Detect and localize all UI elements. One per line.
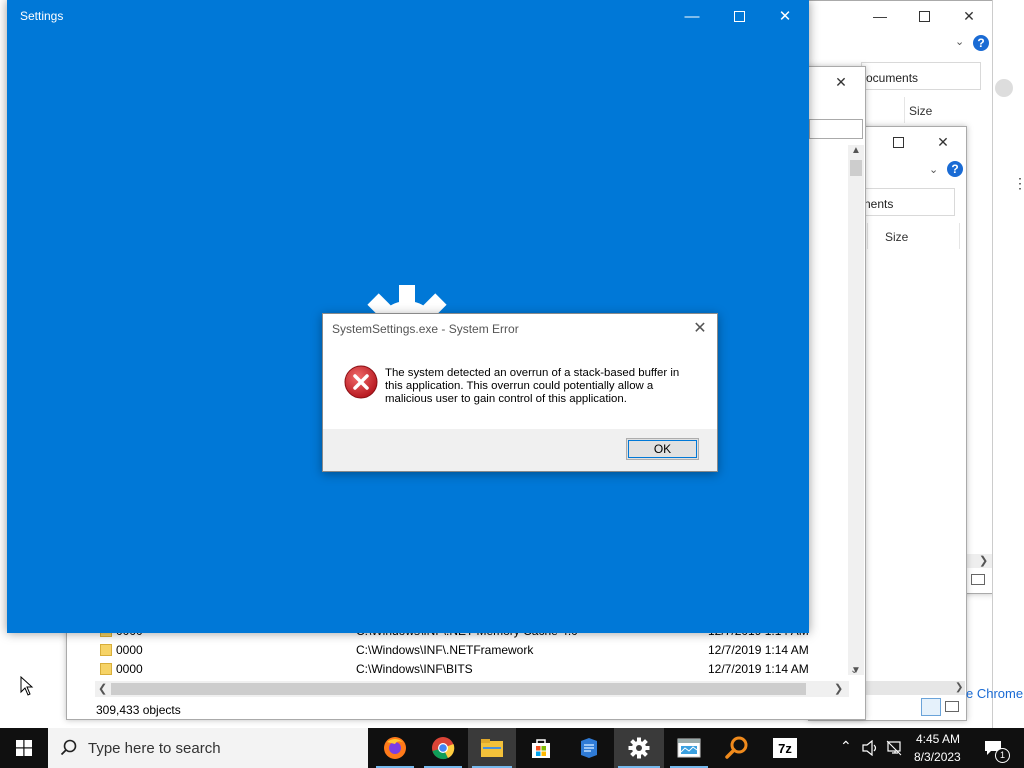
chrome-link-partial[interactable]: e Chrome (966, 686, 1023, 701)
preview-view-icon[interactable] (945, 701, 959, 712)
column-header-size[interactable]: Size (909, 104, 932, 118)
7zip-icon: 7z (773, 738, 797, 758)
column-divider (959, 223, 960, 249)
help-icon[interactable]: ? (973, 35, 989, 51)
notification-badge: 1 (995, 748, 1010, 763)
ok-button-label: OK (653, 442, 672, 456)
close-icon: ✕ (693, 320, 707, 337)
vertical-scrollbar[interactable]: ▲ ▼ (848, 145, 864, 676)
maximize-button[interactable] (716, 0, 762, 32)
file-path: C:\Windows\INF\BITS (356, 662, 473, 676)
table-row[interactable]: 0000 C:\Windows\INF\.NETFramework 12/7/2… (97, 641, 837, 660)
column-header-size[interactable]: Size (885, 230, 908, 244)
folder-icon (100, 644, 112, 656)
mouse-cursor-icon (20, 675, 34, 699)
scroll-right-arrow[interactable]: ❯ (834, 682, 843, 695)
search-tool-icon (725, 736, 748, 759)
show-hidden-icons-chevron-up-icon[interactable]: ⌃ (840, 738, 852, 755)
scroll-thumb[interactable] (850, 160, 862, 176)
settings-icon (628, 737, 650, 759)
minimize-button[interactable]: — (857, 1, 903, 31)
background-app-strip: ⋮⋮ (992, 0, 1024, 728)
clock-date[interactable]: 8/3/2023 (914, 750, 961, 764)
firefox-icon (384, 737, 406, 759)
search-box-text: nents (864, 197, 894, 211)
close-button[interactable]: ✕ (762, 0, 808, 32)
file-explorer-icon (481, 739, 503, 757)
close-button[interactable]: ✕ (818, 67, 864, 97)
horizontal-scrollbar[interactable]: ❮ ❯ (95, 681, 849, 697)
file-name: 0000 (116, 662, 143, 676)
file-date: 12/7/2019 1:14 AM (708, 643, 809, 657)
user-icon[interactable] (995, 79, 1013, 97)
search-placeholder: Type here to search (88, 740, 221, 757)
column-divider (904, 97, 905, 123)
chevron-right-icon[interactable]: ❯ (955, 682, 963, 693)
maximize-button[interactable] (901, 1, 947, 31)
taskbar-chrome[interactable] (420, 728, 466, 768)
horizontal-scrollbar[interactable] (865, 681, 965, 695)
taskbar-app[interactable] (566, 728, 612, 768)
file-name: 0000 (116, 643, 143, 657)
close-button[interactable]: ✕ (946, 1, 992, 31)
start-button[interactable] (0, 728, 48, 768)
file-path: C:\Windows\INF\.NETFramework (356, 643, 534, 657)
help-icon[interactable]: ? (947, 161, 963, 177)
chevron-right-icon[interactable]: ❯ (979, 554, 988, 567)
volume-icon[interactable] (862, 739, 880, 759)
chevron-down-icon[interactable]: ⌄ (955, 35, 964, 48)
taskbar-firefox[interactable] (372, 728, 418, 768)
status-bar-text: 309,433 objects (96, 703, 181, 717)
vertical-scroll-down-arrow[interactable]: ⌄ (850, 665, 858, 676)
store-icon (532, 739, 550, 758)
file-date: 12/7/2019 1:14 AM (708, 662, 809, 676)
scroll-up-arrow[interactable]: ▲ (851, 145, 861, 156)
task-manager-icon (677, 738, 701, 758)
scroll-left-arrow[interactable]: ❮ (98, 682, 107, 695)
chrome-icon (432, 737, 455, 760)
taskbar-settings[interactable] (614, 728, 664, 768)
notification-center-button[interactable]: 1 (972, 728, 1024, 768)
maximize-button[interactable] (875, 127, 921, 157)
error-icon (344, 365, 378, 402)
taskbar-file-explorer[interactable] (468, 728, 516, 768)
search-box-text: ocuments (866, 71, 919, 85)
scroll-thumb[interactable] (111, 683, 806, 695)
taskbar-search-tool[interactable] (714, 728, 760, 768)
dialog-title: SystemSettings.exe - System Error (332, 322, 519, 336)
address-bar[interactable] (809, 119, 863, 139)
folder-icon (100, 663, 112, 675)
clock-time[interactable]: 4:45 AM (916, 732, 960, 746)
dialog-footer: OK (323, 429, 717, 471)
search-box[interactable]: nents (859, 188, 955, 216)
chevron-down-icon[interactable]: ⌄ (929, 163, 938, 176)
taskbar-task-manager[interactable] (666, 728, 712, 768)
network-icon[interactable] (886, 740, 904, 759)
details-view-icon[interactable] (921, 698, 941, 716)
windows-logo-icon (16, 740, 32, 756)
taskbar-7zip[interactable]: 7z (762, 728, 808, 768)
error-dialog[interactable]: SystemSettings.exe - System Error ✕ The … (322, 313, 718, 472)
taskbar: Type here to search 7z ⌃ 4:45 AM 8/3/202… (0, 728, 1024, 768)
close-button[interactable]: ✕ (920, 127, 966, 157)
notification-count: 1 (999, 750, 1005, 760)
search-box[interactable]: ocuments (861, 62, 981, 90)
search-icon (60, 739, 77, 756)
table-row[interactable]: 0000 C:\Windows\INF\BITS 12/7/2019 1:14 … (97, 660, 837, 679)
error-message: The system detected an overrun of a stac… (385, 367, 680, 405)
minimize-button[interactable]: — (669, 0, 715, 32)
svg-text:7z: 7z (778, 741, 792, 756)
preview-view-icon[interactable] (971, 574, 985, 585)
dialog-close-button[interactable]: ✕ (687, 317, 713, 339)
apps-grid-icon[interactable]: ⋮⋮ (1013, 176, 1024, 190)
window-title: Settings (20, 9, 64, 23)
taskbar-search-box[interactable]: Type here to search (48, 728, 368, 768)
ok-button[interactable]: OK (626, 438, 699, 460)
taskbar-store[interactable] (518, 728, 564, 768)
column-divider (867, 223, 868, 249)
app-icon (581, 738, 597, 758)
